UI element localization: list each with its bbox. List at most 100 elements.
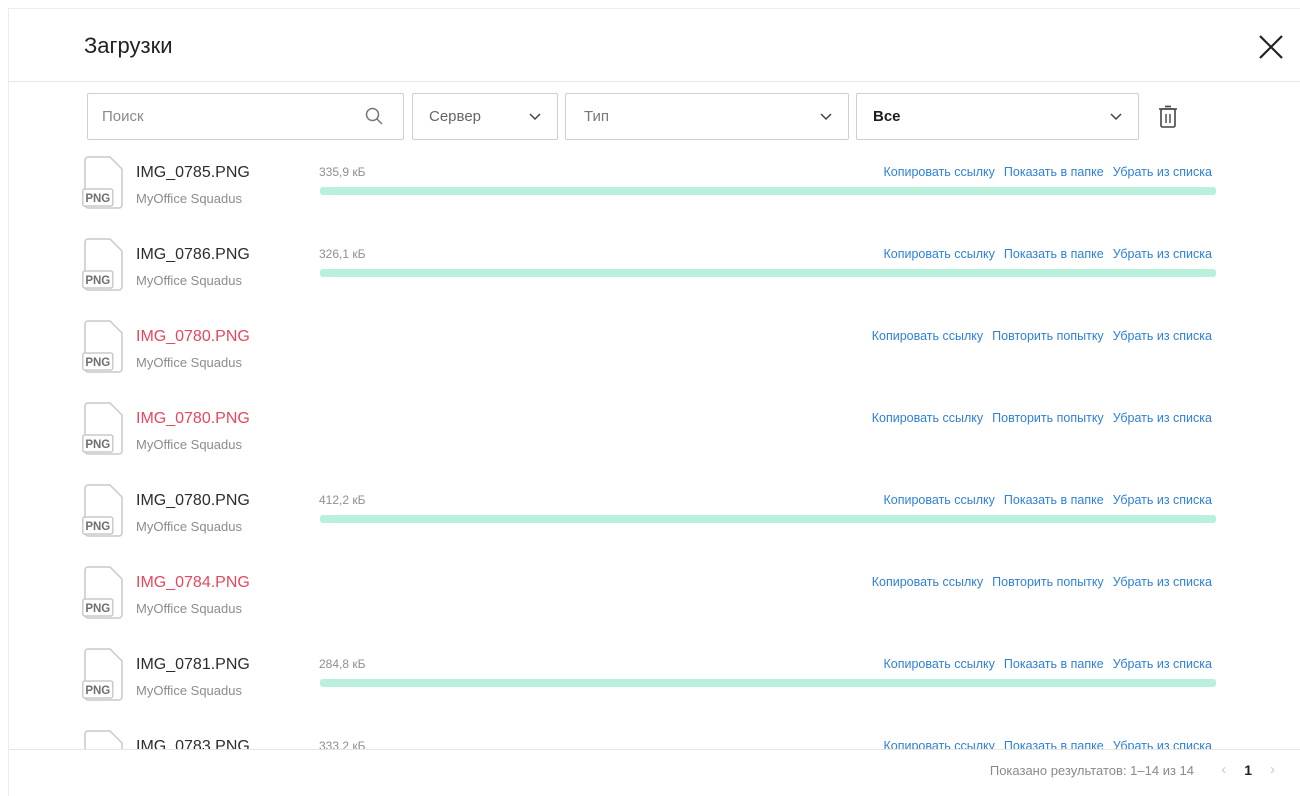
- progress-fill: [320, 679, 1216, 687]
- row-actions: Копировать ссылку Повторить попытку Убрать…: [872, 329, 1212, 343]
- progress-fill: [320, 269, 1216, 277]
- file-size: 326,1 кБ: [319, 247, 366, 261]
- download-row: PNG IMG_0781.PNG MyOffice Squadus 284,8 кБ К…: [9, 646, 1300, 728]
- copy-link-button[interactable]: Копировать ссылку: [883, 247, 994, 261]
- dialog-header: Загрузки: [9, 9, 1300, 82]
- status-select-label: Все: [873, 108, 901, 125]
- copy-link-button[interactable]: Копировать ссылку: [883, 165, 994, 179]
- file-source: MyOffice Squadus: [136, 683, 242, 698]
- file-type-label: PNG: [85, 603, 110, 615]
- png-file-icon: PNG: [82, 320, 125, 373]
- downloads-dialog: Загрузки Сервер Тип: [8, 8, 1300, 796]
- file-source: MyOffice Squadus: [136, 191, 242, 206]
- search-input[interactable]: [88, 108, 348, 125]
- close-button[interactable]: [1257, 33, 1285, 61]
- copy-link-button[interactable]: Копировать ссылку: [872, 329, 983, 343]
- file-size: 333,2 кБ: [319, 739, 366, 749]
- chevron-right-icon[interactable]: ›: [1270, 761, 1275, 778]
- download-row: PNG IMG_0786.PNG MyOffice Squadus 326,1 кБ К…: [9, 236, 1300, 318]
- copy-link-button[interactable]: Копировать ссылку: [872, 411, 983, 425]
- remove-from-list-button[interactable]: Убрать из списка: [1113, 247, 1212, 261]
- file-size: 412,2 кБ: [319, 493, 366, 507]
- search-icon[interactable]: [365, 107, 383, 130]
- server-select[interactable]: Сервер: [412, 93, 558, 140]
- progress-fill: [320, 515, 1216, 523]
- download-row: PNG IMG_0784.PNG MyOffice Squadus Копироват…: [9, 564, 1300, 646]
- pagination-footer: Показано результатов: 1–14 из 14 ‹ 1 ›: [9, 749, 1300, 796]
- clear-list-button[interactable]: [1157, 105, 1179, 129]
- row-actions: Копировать ссылку Показать в папке Убрать …: [883, 165, 1212, 179]
- file-name: IMG_0781.PNG: [136, 656, 250, 673]
- file-name: IMG_0784.PNG: [136, 574, 250, 591]
- status-select[interactable]: Все: [856, 93, 1139, 140]
- chevron-down-icon: [1110, 113, 1122, 121]
- chevron-down-icon: [529, 113, 541, 121]
- file-source: MyOffice Squadus: [136, 273, 242, 288]
- filter-toolbar: Сервер Тип Все: [87, 93, 1227, 143]
- row-actions: Копировать ссылку Показать в папке Убрать …: [883, 247, 1212, 261]
- file-source: MyOffice Squadus: [136, 355, 242, 370]
- row-actions: Копировать ссылку Повторить попытку Убрать…: [872, 575, 1212, 589]
- file-source: MyOffice Squadus: [136, 437, 242, 452]
- downloads-list: PNG IMG_0785.PNG MyOffice Squadus 335,9 кБ К…: [9, 154, 1300, 749]
- show-in-folder-button[interactable]: Показать в папке: [1004, 247, 1104, 261]
- copy-link-button[interactable]: Копировать ссылку: [883, 657, 994, 671]
- png-file-icon: PNG: [82, 238, 125, 291]
- remove-from-list-button[interactable]: Убрать из списка: [1113, 493, 1212, 507]
- retry-button[interactable]: Повторить попытку: [992, 575, 1104, 589]
- row-actions: Копировать ссылку Повторить попытку Убрать…: [872, 411, 1212, 425]
- png-file-icon: PNG: [82, 402, 125, 455]
- chevron-down-icon: [820, 113, 832, 121]
- remove-from-list-button[interactable]: Убрать из списка: [1113, 575, 1212, 589]
- chevron-left-icon[interactable]: ‹: [1221, 761, 1226, 778]
- remove-from-list-button[interactable]: Убрать из списка: [1113, 329, 1212, 343]
- file-name: IMG_0786.PNG: [136, 246, 250, 263]
- row-actions: Копировать ссылку Показать в папке Убрать …: [883, 493, 1212, 507]
- copy-link-button[interactable]: Копировать ссылку: [883, 739, 994, 749]
- copy-link-button[interactable]: Копировать ссылку: [872, 575, 983, 589]
- remove-from-list-button[interactable]: Убрать из списка: [1113, 165, 1212, 179]
- show-in-folder-button[interactable]: Показать в папке: [1004, 739, 1104, 749]
- file-source: MyOffice Squadus: [136, 601, 242, 616]
- file-name: IMG_0785.PNG: [136, 164, 250, 181]
- dialog-title: Загрузки: [84, 33, 173, 58]
- type-select[interactable]: Тип: [565, 93, 849, 140]
- download-progress-bar: [320, 187, 1216, 195]
- download-row: PNG IMG_0780.PNG MyOffice Squadus Копироват…: [9, 318, 1300, 400]
- download-progress-bar: [320, 515, 1216, 523]
- png-file-icon: PNG: [82, 566, 125, 619]
- file-type-label: PNG: [85, 193, 110, 205]
- file-name: IMG_0780.PNG: [136, 492, 250, 509]
- server-select-label: Сервер: [429, 108, 482, 125]
- retry-button[interactable]: Повторить попытку: [992, 411, 1104, 425]
- copy-link-button[interactable]: Копировать ссылку: [883, 493, 994, 507]
- png-file-icon: PNG: [82, 484, 125, 537]
- remove-from-list-button[interactable]: Убрать из списка: [1113, 739, 1212, 749]
- type-select-label: Тип: [584, 108, 610, 125]
- results-summary: Показано результатов: 1–14 из 14: [989, 763, 1194, 778]
- show-in-folder-button[interactable]: Показать в папке: [1004, 493, 1104, 507]
- show-in-folder-button[interactable]: Показать в папке: [1004, 165, 1104, 179]
- file-size: 284,8 кБ: [319, 657, 366, 671]
- file-type-label: PNG: [85, 357, 110, 369]
- png-file-icon: PNG: [82, 648, 125, 701]
- file-name: IMG_0783.PNG: [136, 738, 250, 749]
- pager: ‹ 1 ›: [1221, 761, 1275, 778]
- download-progress-bar: [320, 679, 1216, 687]
- png-file-icon: PNG: [82, 730, 125, 749]
- retry-button[interactable]: Повторить попытку: [992, 329, 1104, 343]
- download-row: PNGIMG_0783.PNGMyOffice Squadus333,2 кБК…: [9, 728, 1300, 749]
- row-actions: Копировать ссылку Показать в папке Убрать …: [883, 657, 1212, 671]
- remove-from-list-button[interactable]: Убрать из списка: [1113, 657, 1212, 671]
- close-icon: [1259, 35, 1283, 59]
- progress-fill: [320, 187, 1216, 195]
- page-number[interactable]: 1: [1244, 762, 1252, 778]
- png-file-icon: PNG: [82, 156, 125, 209]
- file-name: IMG_0780.PNG: [136, 328, 250, 345]
- download-row: PNG IMG_0780.PNG MyOffice Squadus Копироват…: [9, 400, 1300, 482]
- remove-from-list-button[interactable]: Убрать из списка: [1113, 411, 1212, 425]
- file-size: 335,9 кБ: [319, 165, 366, 179]
- row-actions: Копировать ссылку Показать в папке Убрать …: [883, 739, 1212, 749]
- file-type-label: PNG: [85, 521, 110, 533]
- show-in-folder-button[interactable]: Показать в папке: [1004, 657, 1104, 671]
